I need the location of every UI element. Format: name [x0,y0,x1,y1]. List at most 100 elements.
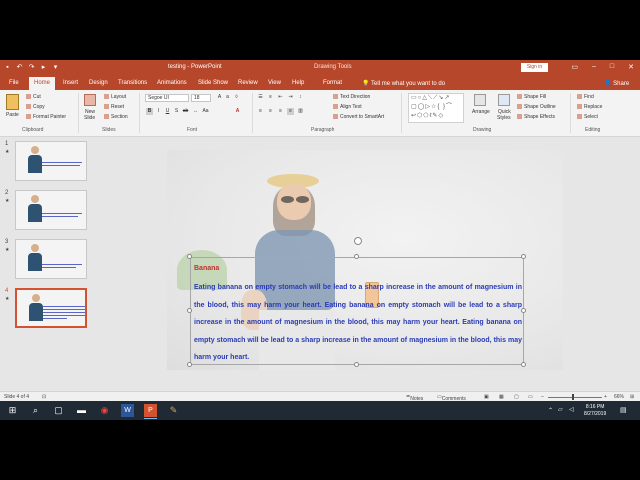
increase-font-icon[interactable]: A [216,94,223,101]
align-text-icon [333,104,338,110]
align-center-icon[interactable]: ≡ [267,108,274,115]
tab-view[interactable]: View [268,80,281,86]
powerpoint-icon[interactable]: P [144,404,157,419]
bullets-icon[interactable]: ☰ [257,94,264,101]
change-case-icon[interactable]: Aa [202,108,209,115]
tab-file[interactable]: File [9,80,19,86]
maximize-icon[interactable]: □ [610,63,614,71]
align-text-button[interactable]: Align Text [333,104,362,110]
italic-button[interactable]: I [155,108,162,115]
close-icon[interactable]: ✕ [628,63,634,71]
slideshow-icon[interactable]: ▭ [528,394,533,400]
system-tray-chevron-icon[interactable]: ⌃ [548,407,553,414]
tab-design[interactable]: Design [89,80,108,86]
shapes-gallery[interactable]: ▭○△⟍⟋↘↗ ▢◯▷☆{ }⌒ ↩⬡⬠ℓ✎◇ [408,93,464,123]
chrome-icon[interactable]: ◉ [98,404,111,417]
cut-button[interactable]: Cut [26,94,41,100]
arrange-button[interactable]: Arrange [472,109,490,115]
font-size-select[interactable]: 18 [191,94,211,102]
align-right-icon[interactable]: ≡ [277,108,284,115]
strikethrough-button[interactable]: ab [182,108,189,115]
quick-styles-icon[interactable] [498,94,510,106]
tab-animations[interactable]: Animations [157,80,187,86]
replace-button[interactable]: Replace [577,104,602,110]
paste-icon[interactable] [6,94,19,110]
slide-thumbnail-3[interactable] [15,239,87,279]
fit-slide-icon[interactable]: ⊞ [630,394,634,400]
paste-button[interactable]: Paste [6,112,19,118]
shadow-button[interactable]: S [173,108,180,115]
clear-formatting-icon[interactable]: ◊ [233,94,240,101]
customize-icon[interactable]: ▾ [52,64,59,71]
word-icon[interactable]: W [121,404,134,417]
zoom-slider-thumb[interactable] [572,394,574,400]
zoom-level[interactable]: 66% [614,394,624,400]
character-spacing-icon[interactable]: ↔ [192,108,199,115]
taskbar-clock[interactable]: 8:16 PM 8/27/2019 [584,404,606,418]
increase-indent-icon[interactable]: ⇥ [287,94,294,101]
columns-icon[interactable]: ▥ [297,108,304,115]
paint-app-icon[interactable]: ✎ [167,404,180,417]
share-button[interactable]: 👤 Share [604,80,629,87]
justify-icon[interactable]: ≡ [287,108,294,115]
search-icon[interactable]: ⌕ [29,404,42,417]
network-icon[interactable]: ▱ [558,406,563,413]
minimize-icon[interactable]: – [592,63,596,71]
tab-format[interactable]: Format [323,80,342,86]
zoom-out-icon[interactable]: – [541,394,544,400]
layout-button[interactable]: Layout [104,94,126,100]
font-family-select[interactable]: Segoe UI [145,94,189,102]
shape-effects-button[interactable]: Shape Effects [517,114,555,120]
shape-fill-button[interactable]: Shape Fill [517,94,546,100]
slide-thumbnail-1[interactable] [15,141,87,181]
slide-thumbnail-2[interactable] [15,190,87,230]
ribbon-display-icon[interactable]: ▭ [571,63,578,71]
format-painter-button[interactable]: Format Painter [26,114,66,120]
zoom-in-icon[interactable]: + [604,394,607,400]
find-button[interactable]: Find [577,94,594,100]
reset-button[interactable]: Reset [104,104,124,110]
numbering-icon[interactable]: ≡ [267,94,274,101]
task-view-icon[interactable]: ▢ [52,404,65,417]
tab-insert[interactable]: Insert [63,80,78,86]
notes-button[interactable]: ≐ Notes [406,394,423,402]
convert-smartart-button[interactable]: Convert to SmartArt [333,114,384,120]
decrease-font-icon[interactable]: a [224,94,231,101]
new-slide-icon[interactable] [84,94,96,106]
tab-review[interactable]: Review [238,80,258,86]
comments-button[interactable]: ▭ Comments [437,394,466,402]
tab-slide-show[interactable]: Slide Show [198,80,228,86]
undo-icon[interactable]: ↶ [16,64,23,71]
save-icon[interactable]: ▪ [4,64,11,71]
shape-outline-button[interactable]: Shape Outline [517,104,556,110]
underline-button[interactable]: U [164,108,171,115]
redo-icon[interactable]: ↷ [28,64,35,71]
decrease-indent-icon[interactable]: ⇤ [277,94,284,101]
file-explorer-icon[interactable]: ▬ [75,404,88,417]
normal-view-icon[interactable]: ▣ [484,394,489,400]
tab-transitions[interactable]: Transitions [118,80,147,86]
section-button[interactable]: Section [104,114,128,120]
tab-home[interactable]: Home [29,77,56,90]
sign-in-button[interactable]: Sign in [521,63,548,72]
bold-button[interactable]: B [146,108,153,115]
text-direction-button[interactable]: Text Direction [333,94,370,100]
arrange-icon[interactable] [474,94,486,106]
reading-view-icon[interactable]: ▢ [514,394,519,400]
volume-icon[interactable]: ◁ [569,406,574,413]
notifications-icon[interactable]: ▤ [620,406,627,414]
slide-canvas[interactable] [167,150,563,370]
present-icon[interactable]: ▸ [40,64,47,71]
spellcheck-icon[interactable]: ⊡ [42,394,46,400]
tab-help[interactable]: Help [292,80,304,86]
slide-thumbnail-4[interactable] [15,288,87,328]
windows-start-icon[interactable]: ⊞ [6,404,19,417]
slide-sorter-icon[interactable]: ▦ [499,394,504,400]
select-button[interactable]: Select [577,114,598,120]
line-spacing-icon[interactable]: ↕ [297,94,304,101]
zoom-slider[interactable] [548,397,602,398]
tell-me-search[interactable]: 💡 Tell me what you want to do [362,80,445,87]
font-color-icon[interactable]: A [234,108,241,115]
copy-button[interactable]: Copy [26,104,45,110]
align-left-icon[interactable]: ≡ [257,108,264,115]
